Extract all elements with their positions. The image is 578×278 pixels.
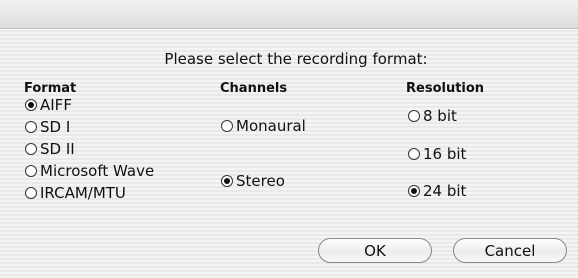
format-option-sd-ii[interactable]: SD II — [25, 140, 75, 158]
resolution-option-label: 16 bit — [423, 145, 467, 163]
channels-option-stereo[interactable]: Stereo — [221, 172, 285, 190]
channels-option-monaural[interactable]: Monaural — [221, 117, 306, 135]
radio-unselected-icon — [25, 187, 37, 199]
radio-unselected-icon — [408, 148, 420, 160]
resolution-heading: Resolution — [406, 81, 485, 96]
resolution-option-24-bit[interactable]: 24 bit — [408, 182, 466, 200]
format-heading: Format — [24, 81, 77, 96]
format-option-sd-i[interactable]: SD I — [25, 118, 70, 136]
format-option-microsoft-wave[interactable]: Microsoft Wave — [25, 162, 154, 180]
radio-unselected-icon — [25, 143, 37, 155]
format-option-label: AIFF — [40, 96, 72, 114]
radio-unselected-icon — [221, 120, 233, 132]
format-option-aiff[interactable]: AIFF — [25, 96, 72, 114]
format-option-label: SD I — [40, 118, 71, 136]
resolution-option-label: 24 bit — [423, 182, 467, 200]
cancel-button[interactable]: Cancel — [453, 238, 567, 263]
resolution-option-label: 8 bit — [423, 107, 457, 125]
format-option-ircam-mtu[interactable]: IRCAM/MTU — [25, 184, 126, 202]
ok-button[interactable]: OK — [318, 238, 432, 263]
format-option-label: Microsoft Wave — [40, 162, 155, 180]
radio-unselected-icon — [25, 121, 37, 133]
resolution-option-16-bit[interactable]: 16 bit — [408, 145, 466, 163]
resolution-option-8-bit[interactable]: 8 bit — [408, 107, 457, 125]
dialog-prompt: Please select the recording format: — [164, 50, 428, 68]
dialog-titlebar — [0, 0, 578, 29]
format-option-label: IRCAM/MTU — [40, 184, 126, 202]
radio-unselected-icon — [25, 165, 37, 177]
format-option-label: SD II — [40, 140, 75, 158]
radio-unselected-icon — [408, 110, 420, 122]
radio-selected-icon — [221, 175, 233, 187]
radio-selected-icon — [25, 99, 37, 111]
channels-heading: Channels — [220, 81, 288, 96]
channels-option-label: Stereo — [236, 172, 285, 190]
radio-selected-icon — [408, 185, 420, 197]
channels-option-label: Monaural — [236, 117, 306, 135]
